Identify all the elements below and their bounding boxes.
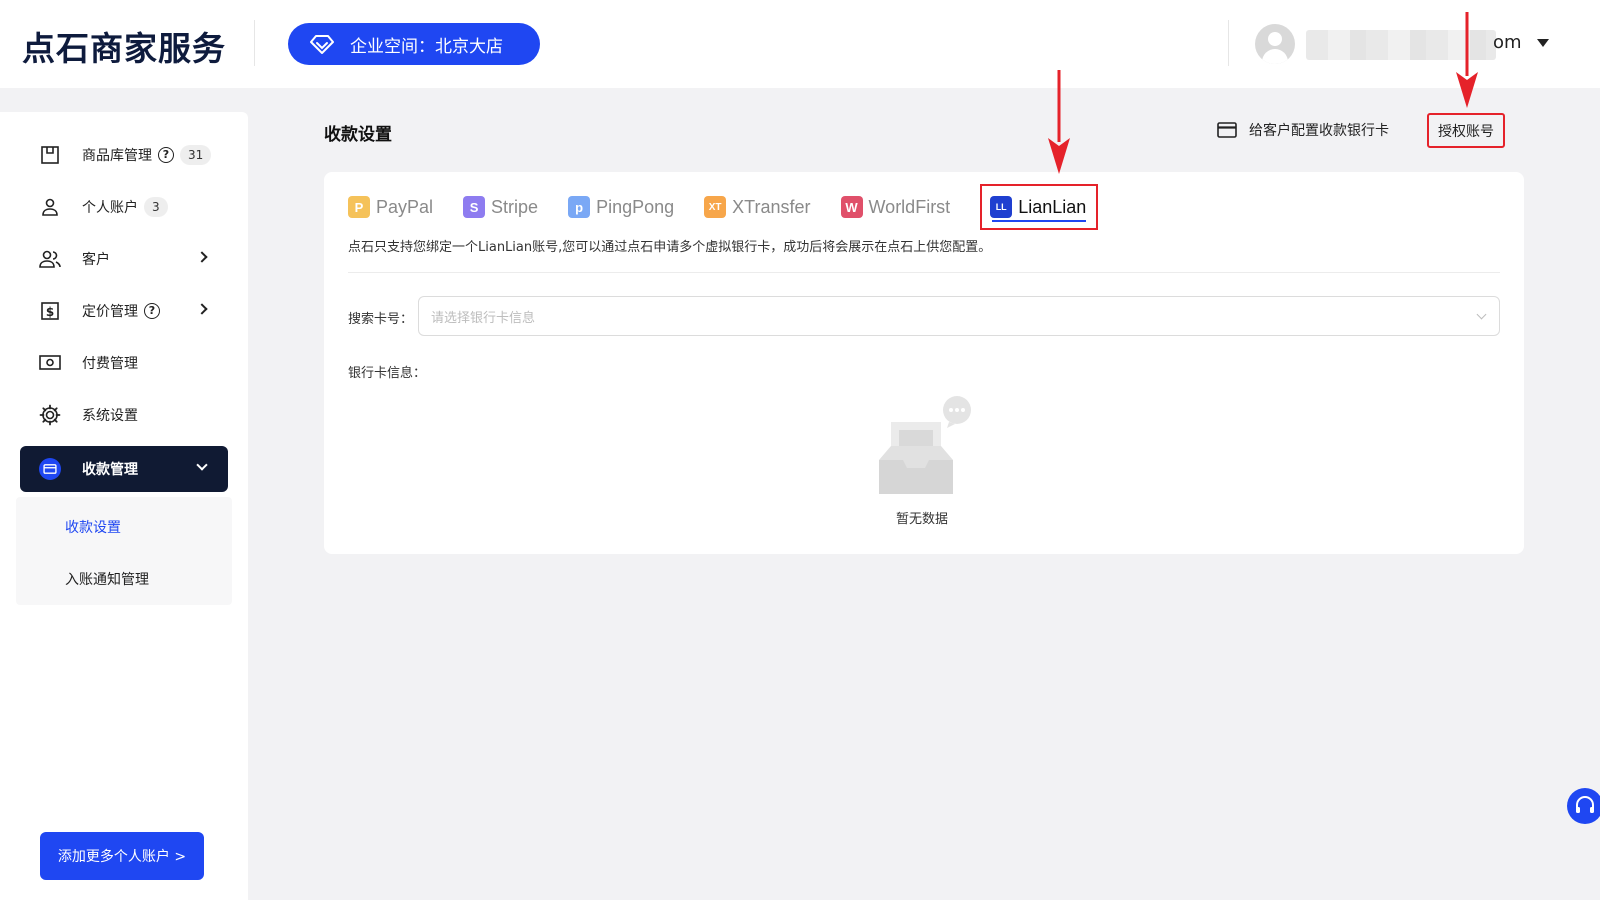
lianlian-notice-text: 点石只支持您绑定一个LianLian账号,您可以通过点石申请多个虚拟银行卡，成功… — [348, 240, 992, 255]
avatar[interactable] — [1255, 24, 1295, 64]
tab-label: PayPal — [376, 196, 434, 217]
enterprise-space-button[interactable]: 企业空间：北京大店 — [288, 23, 540, 65]
sidebar-item-label: 系统设置 — [82, 408, 138, 424]
sidebar-item-label: 收款管理 — [82, 462, 138, 478]
add-personal-account-button[interactable]: 添加更多个人账户 > — [40, 832, 204, 880]
user-name-suffix: om — [1493, 32, 1522, 53]
chevron-right-icon — [196, 251, 208, 263]
cash-icon — [39, 352, 61, 374]
divider — [348, 272, 1500, 273]
enterprise-space-label: 企业空间：北京大店 — [350, 36, 503, 57]
empty-state-text: 暂无数据 — [896, 512, 949, 527]
users-icon — [39, 248, 61, 270]
sidebar-item-pricing[interactable]: $ 定价管理 ? — [20, 288, 228, 334]
annotation-arrow-icon — [1048, 70, 1070, 174]
payment-settings-card: P PayPal S Stripe p PingPong XT XTransfe… — [324, 172, 1524, 554]
help-icon[interactable]: ? — [144, 303, 160, 319]
sidebar-item-system-settings[interactable]: 系统设置 — [20, 392, 228, 438]
bank-card-select[interactable]: 请选择银行卡信息 — [418, 296, 1500, 336]
subnav-item-deposit-notifications[interactable]: 入账通知管理 — [65, 569, 149, 589]
sidebar-item-customers[interactable]: 客户 — [20, 236, 228, 282]
authorize-account-button[interactable]: 授权账号 — [1427, 113, 1505, 148]
count-badge: 31 — [180, 145, 212, 165]
svg-text:$: $ — [46, 305, 54, 319]
lianlian-logo-icon: LL — [990, 196, 1013, 218]
worldfirst-logo-icon: W — [840, 196, 863, 218]
brand-logo[interactable]: 点石商家服务 — [22, 22, 226, 70]
configure-bank-card-label: 给客户配置收款银行卡 — [1249, 123, 1389, 139]
xtransfer-logo-icon: XT — [704, 196, 727, 218]
dollar-icon: $ — [39, 300, 61, 322]
headset-icon — [1576, 796, 1594, 813]
diamond-icon — [310, 35, 334, 54]
stripe-logo-icon: S — [463, 196, 486, 218]
count-badge: 3 — [144, 197, 168, 217]
tab-label: PingPong — [596, 196, 675, 217]
top-header: 点石商家服务 企业空间：北京大店 om — [0, 0, 1600, 88]
sidebar-item-label: 商品库管理 — [82, 148, 152, 164]
tab-pingpong[interactable]: p PingPong — [568, 196, 674, 218]
store-icon — [39, 144, 61, 166]
active-tab-underline — [992, 220, 1087, 222]
sidebar-item-payment-management[interactable]: 收款管理 — [20, 446, 228, 492]
bank-card-info-label: 银行卡信息： — [348, 366, 427, 381]
tab-worldfirst[interactable]: W WorldFirst — [840, 196, 951, 218]
configure-bank-card-link[interactable]: 给客户配置收款银行卡 — [1217, 120, 1389, 140]
sidebar-item-label: 定价管理 — [82, 304, 138, 320]
search-card-label: 搜索卡号： — [348, 312, 414, 327]
subnav-item-payment-settings[interactable]: 收款设置 — [65, 517, 121, 537]
chevron-down-icon — [196, 459, 208, 471]
credit-card-icon — [1217, 122, 1237, 138]
sidebar-item-personal-account[interactable]: 个人账户 3 — [20, 184, 228, 230]
gear-icon — [39, 404, 61, 426]
header-divider — [254, 20, 255, 66]
tab-label: XTransfer — [732, 196, 811, 217]
chevron-right-icon — [196, 303, 208, 315]
empty-inbox-icon — [879, 396, 971, 494]
chevron-down-icon — [1476, 309, 1487, 320]
customer-support-button[interactable] — [1567, 788, 1600, 824]
annotation-arrow-icon — [1456, 12, 1478, 108]
tab-label: Stripe — [491, 196, 539, 217]
sidebar-item-billing[interactable]: 付费管理 — [20, 340, 228, 386]
tab-lianlian[interactable]: LL LianLian — [980, 184, 1099, 230]
tab-label: WorldFirst — [868, 196, 951, 217]
payment-provider-tabs: P PayPal S Stripe p PingPong XT XTransfe… — [348, 184, 1099, 230]
tab-xtransfer[interactable]: XT XTransfer — [704, 196, 811, 218]
tab-label: LianLian — [1018, 196, 1087, 217]
sidebar-item-label: 个人账户 — [82, 200, 138, 216]
sidebar-item-product-library[interactable]: 商品库管理 ? 31 — [20, 132, 228, 178]
help-icon[interactable]: ? — [158, 147, 174, 163]
tab-paypal[interactable]: P PayPal — [348, 196, 433, 218]
paypal-logo-icon: P — [348, 196, 370, 218]
credit-card-icon — [39, 458, 61, 480]
header-divider — [1228, 20, 1229, 66]
sidebar-item-label: 付费管理 — [82, 356, 138, 372]
bank-card-select-placeholder: 请选择银行卡信息 — [431, 310, 536, 326]
page-title: 收款设置 — [324, 125, 392, 145]
user-icon — [39, 196, 61, 218]
sidebar-item-label: 客户 — [82, 252, 110, 268]
user-menu-caret-icon[interactable] — [1537, 39, 1549, 47]
tab-stripe[interactable]: S Stripe — [463, 196, 538, 218]
pingpong-logo-icon: p — [568, 196, 591, 218]
